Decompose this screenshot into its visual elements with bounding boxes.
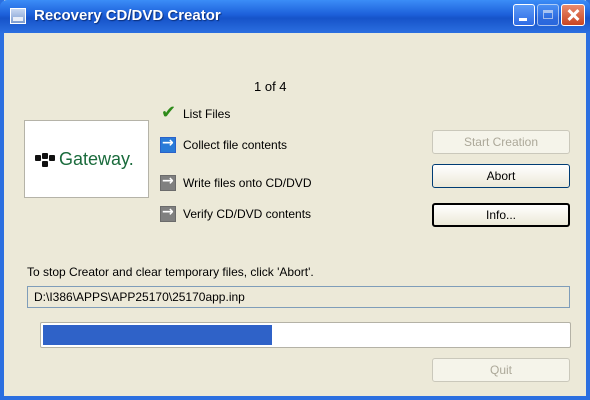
progress-bar-fill [43, 325, 272, 345]
arrow-right-icon [160, 173, 176, 191]
brand-logo: Gateway. [24, 120, 149, 198]
cow-spots-icon [35, 153, 55, 169]
window-title: Recovery CD/DVD Creator [34, 7, 221, 24]
abort-button[interactable]: Abort [432, 164, 570, 188]
brand-logo-text: Gateway. [59, 149, 134, 169]
minimize-button[interactable] [513, 4, 535, 26]
close-button[interactable] [561, 4, 585, 26]
checkmark-icon [160, 102, 176, 123]
step-label: List Files [183, 107, 231, 121]
step-label: Verify CD/DVD contents [183, 207, 312, 221]
abort-hint-text: To stop Creator and clear temporary file… [27, 265, 314, 279]
app-icon [10, 8, 26, 24]
step-label: Collect file contents [183, 138, 288, 152]
quit-button[interactable]: Quit [432, 358, 570, 382]
arrow-right-icon [160, 204, 176, 222]
start-creation-button[interactable]: Start Creation [432, 130, 570, 154]
title-bar[interactable]: Recovery CD/DVD Creator [0, 0, 590, 33]
arrow-right-icon [160, 135, 176, 153]
maximize-button[interactable] [537, 4, 559, 26]
info-button[interactable]: Info... [432, 203, 570, 227]
progress-bar [40, 322, 571, 348]
step-counter: 1 of 4 [254, 79, 287, 94]
current-file-field: D:\I386\APPS\APP25170\25170app.inp [27, 286, 570, 308]
step-label: Write files onto CD/DVD [183, 176, 312, 190]
